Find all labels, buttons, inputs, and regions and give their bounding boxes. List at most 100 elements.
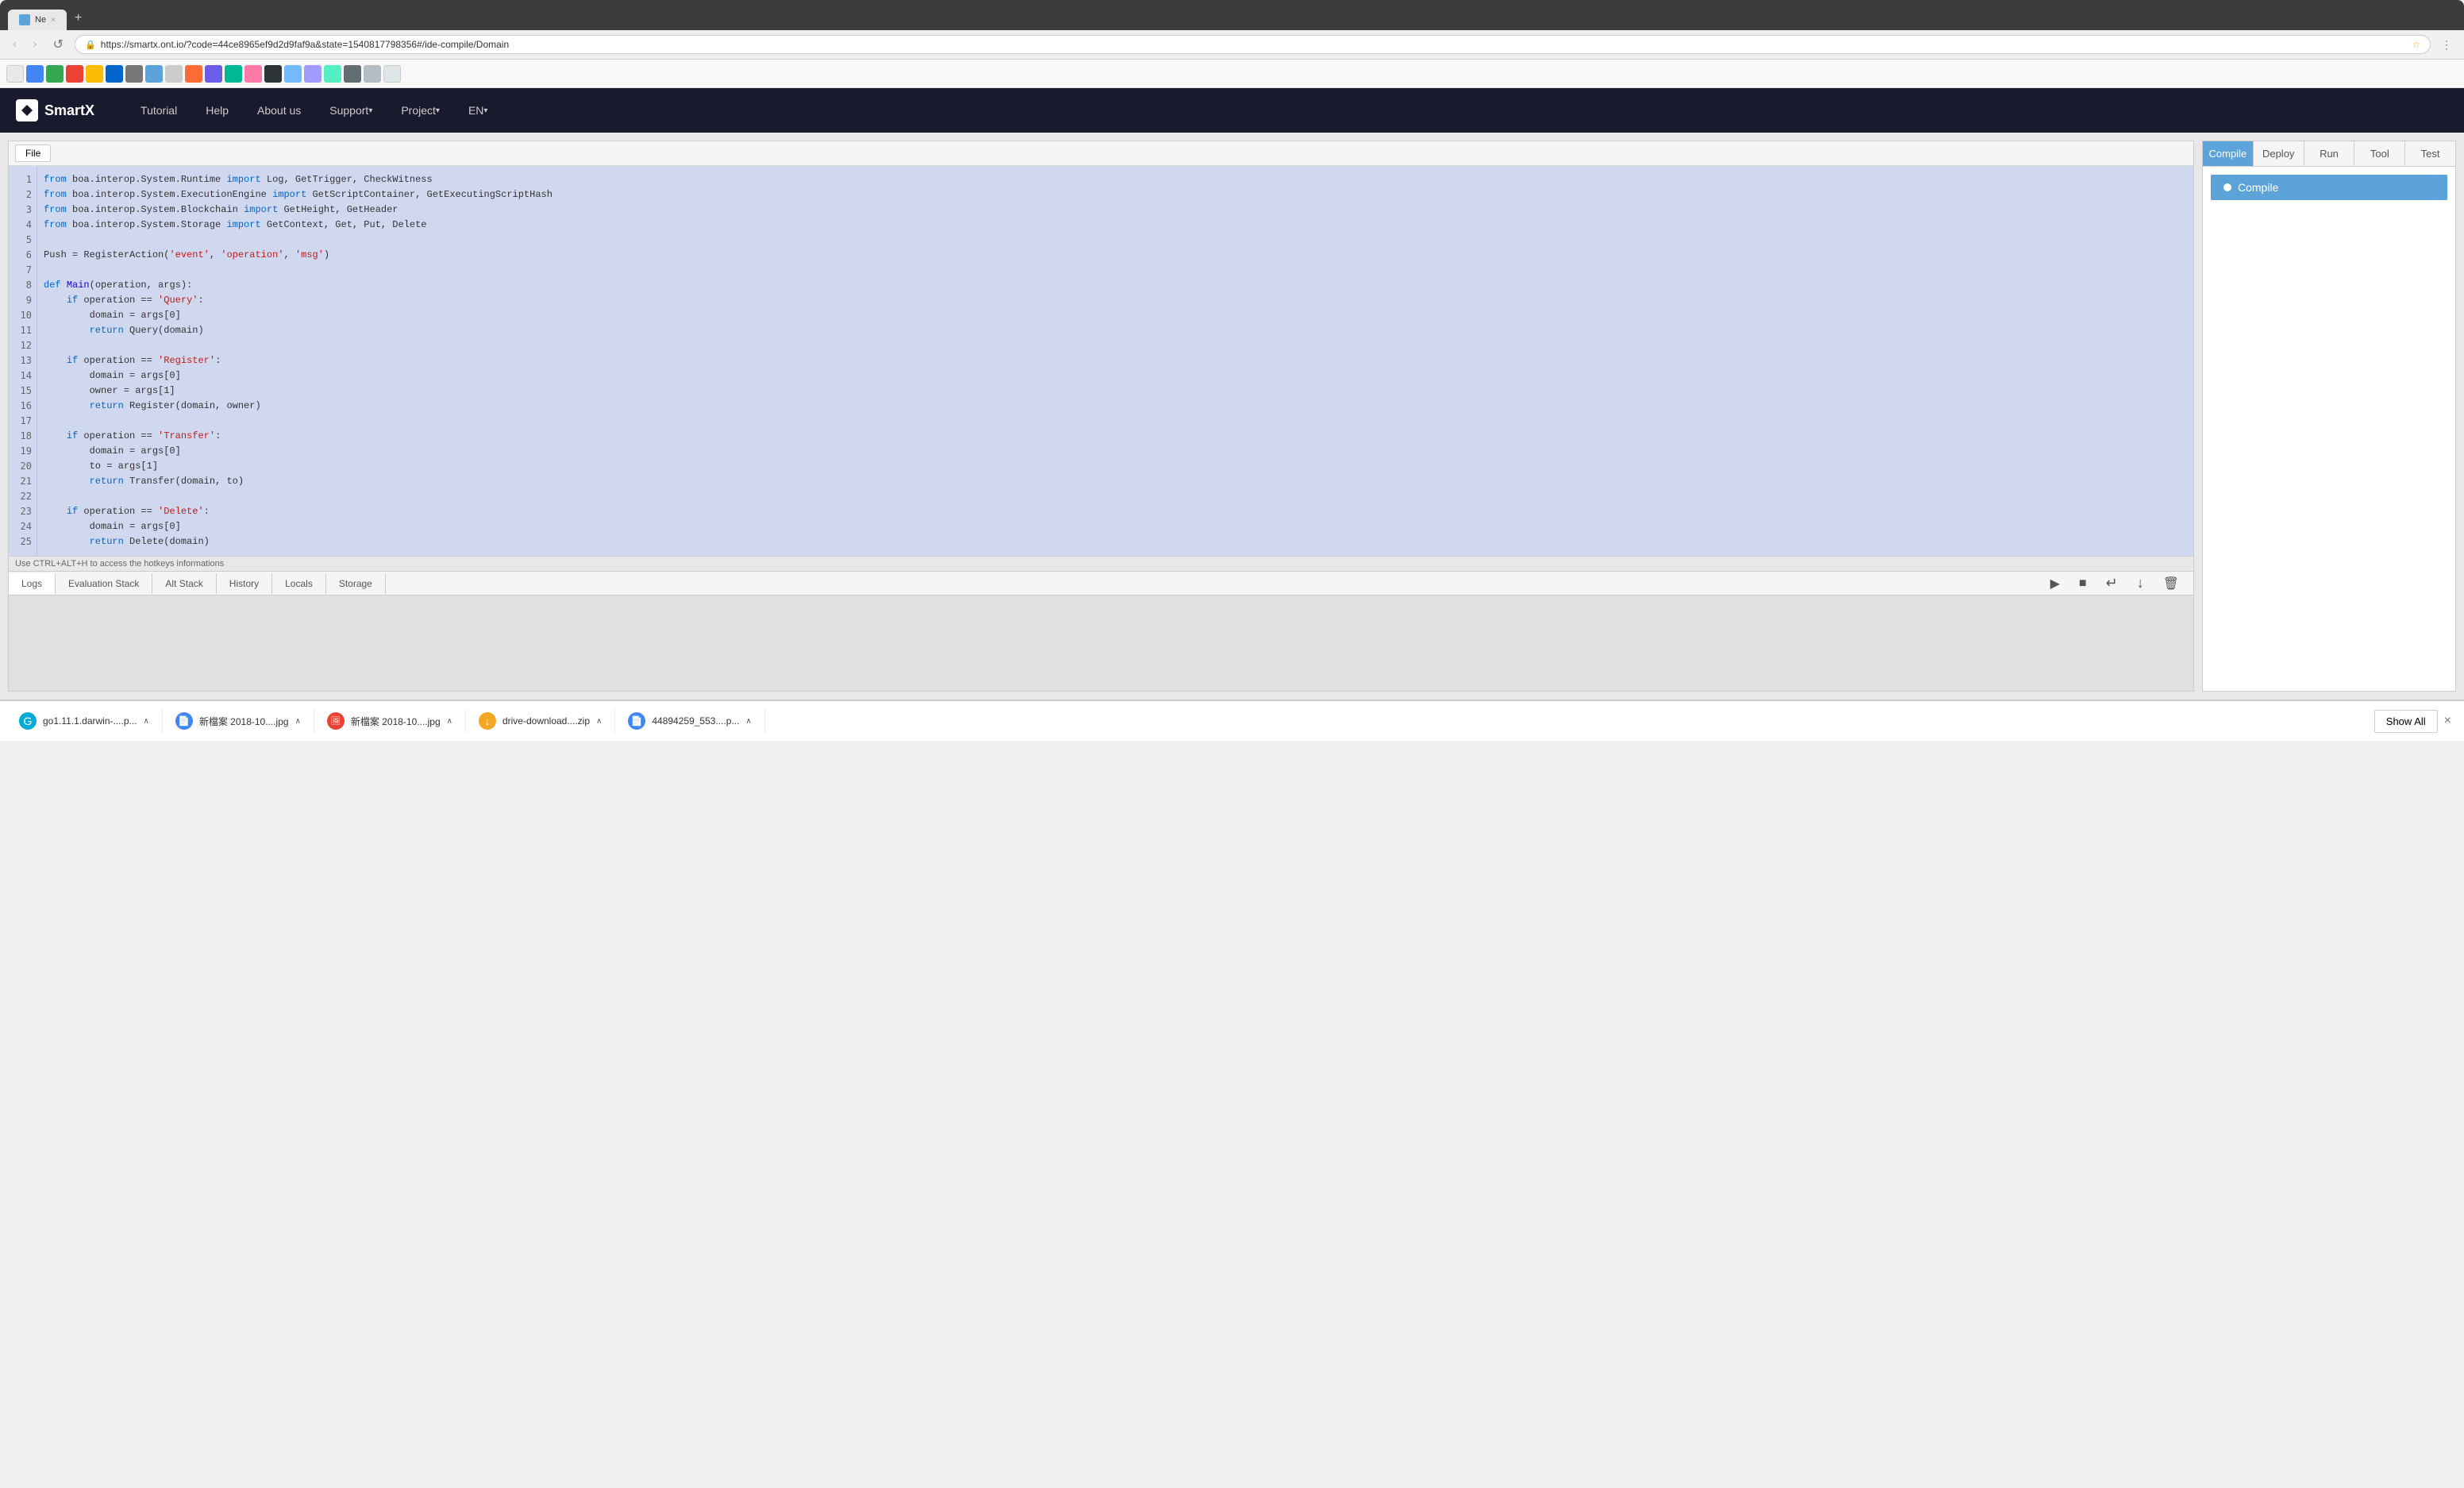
compile-label: Compile (2238, 181, 2278, 194)
show-all-button[interactable]: Show All (2374, 710, 2438, 733)
new-tab-btn[interactable]: + (67, 6, 90, 30)
right-tab-compile[interactable]: Compile (2203, 141, 2254, 166)
star-icon: ☆ (2412, 39, 2420, 50)
editor-section: File 1 2 3 4 5 6 7 8 9 10 11 12 13 (8, 141, 2194, 692)
address-bar[interactable]: 🔒 https://smartx.ont.io/?code=44ce8965ef… (75, 35, 2431, 54)
tab-close-btn[interactable]: × (51, 16, 56, 25)
play-btn[interactable]: ▶ (2046, 572, 2065, 595)
file-button[interactable]: File (15, 145, 51, 162)
line-num-5: 5 (13, 233, 32, 248)
close-downloads-btn[interactable]: × (2444, 714, 2451, 728)
reload-btn[interactable]: ↺ (48, 35, 68, 54)
compile-button[interactable]: Compile (2211, 175, 2447, 200)
bottom-controls: ▶ ■ ↵ ↓ 🗑 (2036, 572, 2193, 595)
line-num-18: 18 (13, 429, 32, 444)
nav-links: Tutorial Help About us Support Project E… (126, 88, 502, 133)
download-arrow-2[interactable]: ∧ (295, 717, 301, 726)
line-num-7: 7 (13, 263, 32, 278)
line-num-10: 10 (13, 308, 32, 323)
browser-tabs: Ne × + (8, 6, 2456, 30)
hint-bar: Use CTRL+ALT+H to access the hotkeys inf… (9, 556, 2193, 571)
stop-btn[interactable]: ■ (2074, 573, 2092, 594)
app: SmartX Tutorial Help About us Support Pr… (0, 88, 2464, 741)
line-numbers: 1 2 3 4 5 6 7 8 9 10 11 12 13 14 15 16 1 (9, 166, 37, 556)
line-num-23: 23 (13, 504, 32, 519)
code-area[interactable]: 1 2 3 4 5 6 7 8 9 10 11 12 13 14 15 16 1 (9, 166, 2193, 556)
extensions-btn[interactable]: ⋮ (2437, 37, 2456, 53)
line-num-9: 9 (13, 293, 32, 308)
download-item-4[interactable]: ↓ drive-download....zip ∧ (466, 709, 615, 733)
back-btn[interactable]: ‹ (8, 36, 21, 53)
download-item-3[interactable]: 🖼 新檔案 2018-10....jpg ∧ (314, 709, 466, 733)
line-num-16: 16 (13, 399, 32, 414)
tab-logs[interactable]: Logs (9, 573, 56, 594)
ext-icon-10 (185, 65, 202, 83)
tab-evaluation-stack[interactable]: Evaluation Stack (56, 573, 152, 594)
right-tab-tool[interactable]: Tool (2354, 141, 2405, 166)
download-item-2[interactable]: 📄 新檔案 2018-10....jpg ∧ (163, 709, 314, 733)
ext-icon-7 (125, 65, 143, 83)
download-name-2: 新檔案 2018-10....jpg (199, 715, 289, 728)
logo-text: SmartX (44, 102, 94, 119)
tab-alt-stack[interactable]: Alt Stack (152, 573, 216, 594)
app-logo[interactable]: SmartX (16, 99, 94, 121)
extension-toolbar (0, 60, 2464, 88)
download-item-5[interactable]: 📄 44894259_553....p... ∧ (615, 709, 764, 733)
nav-tutorial[interactable]: Tutorial (126, 88, 191, 133)
ext-icon-17 (324, 65, 341, 83)
download-arrow-3[interactable]: ∧ (447, 717, 452, 726)
download-name-1: go1.11.1.darwin-....p... (43, 715, 137, 727)
tab-storage[interactable]: Storage (326, 573, 386, 594)
logo-icon (16, 99, 38, 121)
download-item-1[interactable]: G go1.11.1.darwin-....p... ∧ (13, 709, 163, 733)
download-name-3: 新檔案 2018-10....jpg (351, 715, 441, 728)
line-num-22: 22 (13, 489, 32, 504)
ext-icon-14 (264, 65, 282, 83)
download-arrow-5[interactable]: ∧ (745, 717, 751, 726)
line-num-4: 4 (13, 218, 32, 233)
nav-en[interactable]: EN (454, 88, 502, 133)
line-num-2: 2 (13, 187, 32, 202)
download-icon-3: 🖼 (327, 712, 345, 730)
right-tab-test[interactable]: Test (2405, 141, 2455, 166)
ext-icon-1 (6, 65, 24, 83)
ext-icon-11 (205, 65, 222, 83)
clear-btn[interactable]: 🗑 (2158, 572, 2184, 595)
line-num-11: 11 (13, 323, 32, 338)
nav-about[interactable]: About us (243, 88, 315, 133)
download-arrow-4[interactable]: ∧ (596, 717, 602, 726)
tab-favicon (19, 14, 30, 25)
nav-help[interactable]: Help (191, 88, 243, 133)
right-tab-run[interactable]: Run (2304, 141, 2355, 166)
line-num-21: 21 (13, 474, 32, 489)
ext-icon-19 (364, 65, 381, 83)
right-tab-deploy[interactable]: Deploy (2254, 141, 2304, 166)
line-num-20: 20 (13, 459, 32, 474)
download-arrow-1[interactable]: ∧ (144, 717, 149, 726)
bottom-panel (9, 596, 2193, 691)
lock-icon: 🔒 (85, 40, 96, 50)
tab-history[interactable]: History (217, 573, 272, 594)
step-over-btn[interactable]: ↓ (2132, 572, 2149, 595)
nav-project[interactable]: Project (387, 88, 454, 133)
ext-icon-20 (383, 65, 401, 83)
download-name-5: 44894259_553....p... (652, 715, 739, 727)
tab-title: Ne (35, 15, 46, 25)
tab-locals[interactable]: Locals (272, 573, 326, 594)
ext-icon-3 (46, 65, 64, 83)
download-icon-5: 📄 (628, 712, 645, 730)
download-icon-4: ↓ (479, 712, 496, 730)
ext-icon-5 (86, 65, 103, 83)
line-num-17: 17 (13, 414, 32, 429)
ext-icon-4 (66, 65, 83, 83)
ext-icon-6 (106, 65, 123, 83)
line-num-1: 1 (13, 172, 32, 187)
code-editor[interactable]: from boa.interop.System.Runtime import L… (37, 166, 2193, 556)
active-tab[interactable]: Ne × (8, 10, 67, 30)
line-num-24: 24 (13, 519, 32, 534)
step-into-btn[interactable]: ↵ (2101, 572, 2123, 595)
forward-btn[interactable]: › (28, 36, 41, 53)
line-num-12: 12 (13, 338, 32, 353)
nav-support[interactable]: Support (315, 88, 387, 133)
line-num-3: 3 (13, 202, 32, 218)
